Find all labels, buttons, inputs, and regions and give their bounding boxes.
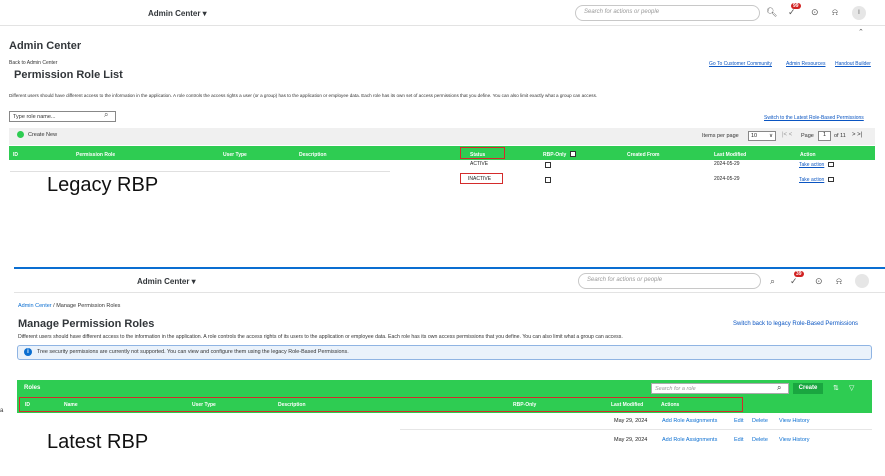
switch-latest-link[interactable]: Switch to the Latest Role-Based Permissi… — [764, 115, 864, 121]
page-title: Admin Center — [9, 40, 82, 52]
help-icon[interactable]: ⊙ — [811, 7, 819, 18]
avatar[interactable]: I — [852, 6, 866, 20]
legacy-rbp-label: Legacy RBP — [47, 174, 159, 196]
row2-delete[interactable]: Delete — [752, 437, 768, 443]
col-id[interactable]: ID — [25, 402, 30, 408]
admin-resources-link[interactable]: Admin Resources — [786, 61, 825, 67]
role-search-input[interactable]: Search for a role — [651, 383, 789, 394]
breadcrumb-admin-center[interactable]: Admin Center — [18, 303, 52, 309]
info-icon: i — [24, 348, 32, 356]
col-created-from[interactable]: Created From — [627, 152, 660, 158]
col-last-modified[interactable]: Last Modified — [611, 402, 643, 408]
col-rbp-only[interactable]: RBP-Only — [543, 152, 566, 158]
row2-status: INACTIVE — [468, 176, 492, 182]
switch-legacy-link[interactable]: Switch back to legacy Role-Based Permiss… — [733, 321, 858, 327]
latest-rbp-label: Latest RBP — [47, 431, 149, 453]
col-rbp-only[interactable]: RBP-Only — [513, 402, 536, 408]
col-name[interactable]: Name — [64, 402, 78, 408]
page-input[interactable]: 1 — [818, 131, 831, 141]
page-of: of 11 — [834, 133, 846, 139]
col-status[interactable]: Status — [470, 152, 485, 158]
role-search-placeholder: Search for a role — [655, 386, 696, 392]
info-message: Tree security permissions are currently … — [37, 349, 349, 355]
rbp-only-header-checkbox[interactable] — [570, 151, 576, 157]
search-icon[interactable]: 🔍︎ — [766, 7, 777, 18]
add-icon[interactable] — [17, 131, 24, 138]
col-permission-role[interactable]: Permission Role — [76, 152, 115, 158]
collapse-icon[interactable]: ⌃ — [858, 28, 864, 36]
col-user-type[interactable]: User Type — [223, 152, 247, 158]
todo-icon[interactable]: ✓ — [790, 276, 798, 287]
col-last-modified[interactable]: Last Modified — [714, 152, 746, 158]
description: Different users should have different ac… — [18, 334, 623, 340]
bell-icon[interactable]: ⍾ — [832, 7, 838, 18]
row2-add-role-assignments[interactable]: Add Role Assignments — [662, 437, 717, 443]
back-to-admin-link[interactable]: Back to Admin Center — [9, 60, 57, 66]
row1-last-modified: May 29, 2024 — [614, 418, 648, 424]
description: Different users should have different ac… — [9, 93, 598, 98]
role-search-placeholder: Type role name... — [13, 114, 56, 120]
pager-prev-icon[interactable]: |< < — [782, 132, 792, 138]
global-search-input[interactable]: Search for actions or people — [575, 5, 760, 21]
row1-view-history[interactable]: View History — [779, 418, 809, 424]
row1-take-action[interactable]: Take action — [799, 162, 824, 168]
search-icon[interactable]: ⌕ — [104, 110, 108, 120]
chevron-down-icon: ∨ — [768, 133, 773, 139]
row1-add-role-assignments[interactable]: Add Role Assignments — [662, 418, 717, 424]
row1-status: ACTIVE — [470, 161, 489, 167]
items-per-page-label: Items per page — [702, 133, 739, 139]
handout-builder-link[interactable]: Handout Builder — [835, 61, 871, 67]
back-link: Back to Admin Center — [9, 60, 57, 66]
row2-last-modified: 2024-05-29 — [714, 176, 740, 182]
page-value: 1 — [822, 132, 827, 138]
row2-edit[interactable]: Edit — [734, 437, 743, 443]
row2-view-history[interactable]: View History — [779, 437, 809, 443]
row1-action-dropdown-icon[interactable] — [828, 162, 834, 167]
row1-delete[interactable]: Delete — [752, 418, 768, 424]
breadcrumb-current: / Manage Permission Roles — [51, 303, 121, 309]
row2-take-action[interactable]: Take action — [799, 177, 824, 183]
items-per-page-select[interactable]: 10 ∨ — [748, 131, 776, 141]
notification-badge: 99 — [791, 3, 801, 9]
row-divider — [10, 171, 390, 172]
list-title: Permission Role List — [14, 69, 123, 81]
pager-next-icon[interactable]: > >| — [852, 132, 862, 138]
create-button[interactable]: Create — [793, 383, 823, 394]
notification-badge: 39 — [794, 271, 804, 277]
items-per-page-value: 10 — [751, 133, 758, 139]
page-label: Page — [801, 133, 814, 139]
admin-center-menu[interactable]: Admin Center ▾ — [148, 9, 207, 18]
help-icon[interactable]: ⊙ — [815, 276, 823, 287]
toolbar — [9, 128, 875, 145]
row2-last-modified: May 29, 2024 — [614, 437, 648, 443]
row2-action-dropdown-icon[interactable] — [828, 177, 834, 182]
row1-edit[interactable]: Edit — [734, 418, 743, 424]
row1-last-modified: 2024-05-29 — [714, 161, 740, 167]
customer-community-link[interactable]: Go To Customer Community — [709, 61, 772, 67]
roles-label: Roles — [24, 385, 41, 391]
sort-icon[interactable]: ⇅ — [833, 384, 839, 392]
create-new-button[interactable]: Create New — [28, 132, 57, 138]
avatar[interactable] — [855, 274, 869, 288]
global-search-input[interactable]: Search for actions or people — [578, 273, 761, 289]
row-divider — [400, 429, 872, 430]
col-action[interactable]: Action — [800, 152, 816, 158]
col-id[interactable]: ID — [13, 152, 18, 158]
col-description[interactable]: Description — [278, 402, 306, 408]
role-search-input[interactable]: Type role name... — [9, 111, 116, 122]
bell-icon[interactable]: ⍾ — [836, 276, 842, 287]
row1-rbp-checkbox[interactable] — [545, 162, 551, 168]
col-actions[interactable]: Actions — [661, 402, 679, 408]
admin-center-menu[interactable]: Admin Center ▾ — [137, 277, 196, 286]
row2-rbp-checkbox[interactable] — [545, 177, 551, 183]
search-icon[interactable]: ⌕ — [770, 276, 775, 287]
filter-icon[interactable]: ▽ — [849, 384, 854, 392]
page-title: Manage Permission Roles — [18, 318, 155, 330]
search-icon[interactable]: ⌕ — [777, 383, 781, 393]
col-user-type[interactable]: User Type — [192, 402, 216, 408]
breadcrumb: Admin Center / Manage Permission Roles — [18, 303, 120, 309]
left-edge-char: a — [0, 408, 4, 414]
col-description[interactable]: Description — [299, 152, 327, 158]
